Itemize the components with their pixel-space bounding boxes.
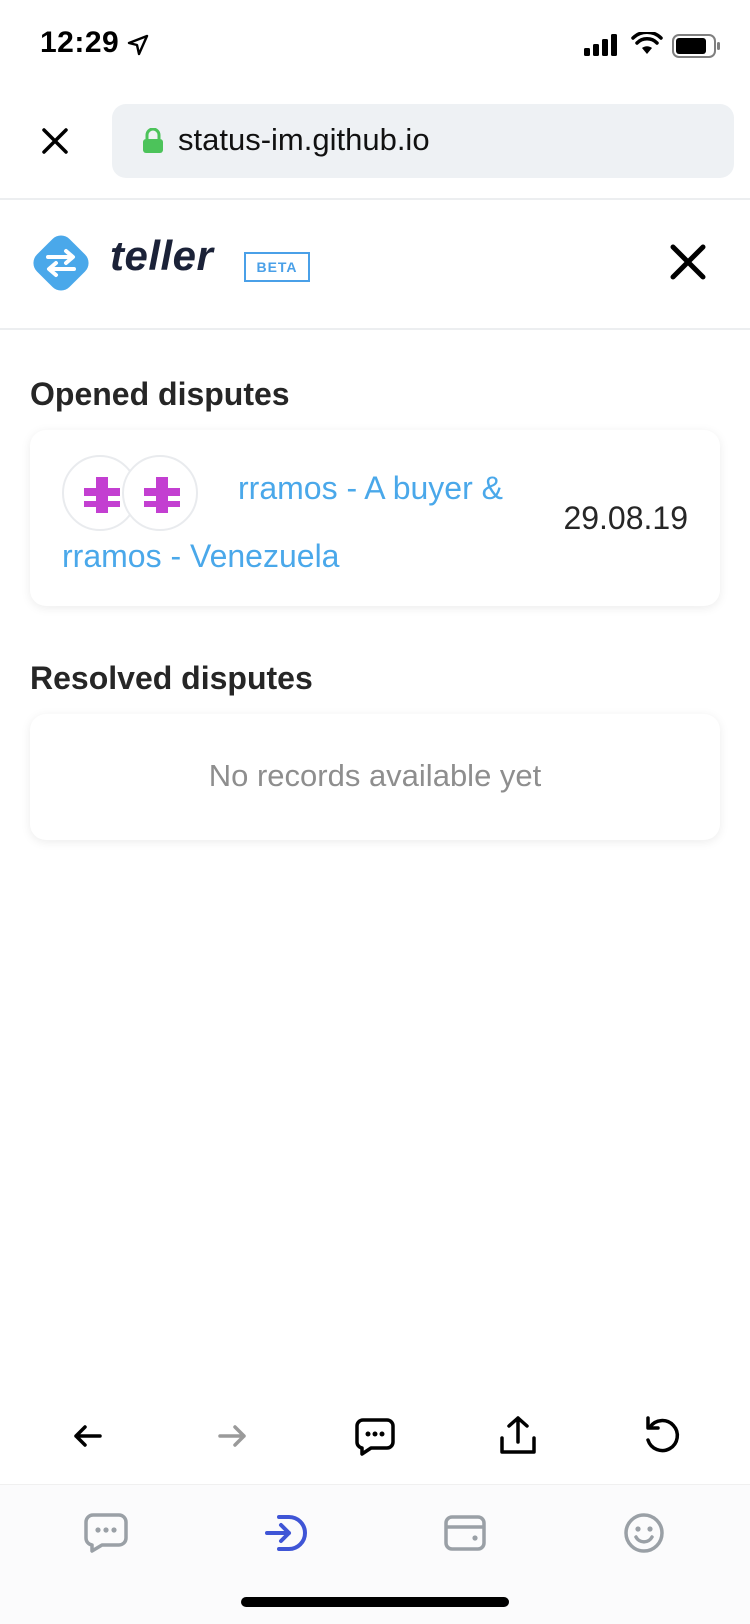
browser-tab-icon[interactable] <box>257 1505 313 1561</box>
profile-tab-icon[interactable] <box>616 1505 672 1561</box>
forward-arrow-icon[interactable] <box>208 1412 256 1460</box>
close-app-icon[interactable] <box>668 242 708 282</box>
dispute-card[interactable]: rramos - A buyer & rramos - Venezuela 29… <box>30 430 720 606</box>
dispute-title[interactable]: rramos - A buyer & <box>238 470 503 507</box>
battery-icon <box>672 34 720 58</box>
url-field[interactable]: status-im.github.io <box>112 104 734 178</box>
tab-bar <box>0 1484 750 1624</box>
divider <box>0 328 750 330</box>
close-browser-icon[interactable] <box>36 122 74 160</box>
share-icon[interactable] <box>494 1412 542 1460</box>
home-indicator[interactable] <box>241 1597 509 1607</box>
avatar <box>122 455 198 531</box>
wallet-tab-icon[interactable] <box>437 1505 493 1561</box>
empty-state-text: No records available yet <box>208 758 542 793</box>
identicon-icon <box>84 477 120 513</box>
status-bar: 12:29 <box>0 0 750 90</box>
url-text: status-im.github.io <box>178 122 430 157</box>
resolved-disputes-title: Resolved disputes <box>30 660 313 696</box>
reload-icon[interactable] <box>638 1412 686 1460</box>
browser-url-bar: status-im.github.io <box>0 104 750 178</box>
lock-icon <box>143 128 163 153</box>
browser-toolbar <box>0 1396 750 1476</box>
dispute-date: 29.08.19 <box>563 500 688 536</box>
teller-logo-icon <box>33 235 89 291</box>
back-arrow-icon[interactable] <box>64 1412 112 1460</box>
chat-icon[interactable] <box>351 1412 399 1460</box>
identicon-icon <box>144 477 180 513</box>
empty-state-card: No records available yet <box>30 714 720 840</box>
chat-tab-icon[interactable] <box>78 1505 134 1561</box>
dispute-subtitle[interactable]: rramos - Venezuela <box>62 538 339 575</box>
app-header: teller BETA <box>0 200 750 328</box>
app-name: teller <box>110 232 214 279</box>
location-arrow-icon <box>127 34 149 56</box>
status-time: 12:29 <box>40 26 120 59</box>
wifi-icon <box>631 32 663 54</box>
cellular-signal-icon <box>584 34 617 56</box>
beta-badge: BETA <box>244 252 310 282</box>
opened-disputes-title: Opened disputes <box>30 376 290 412</box>
